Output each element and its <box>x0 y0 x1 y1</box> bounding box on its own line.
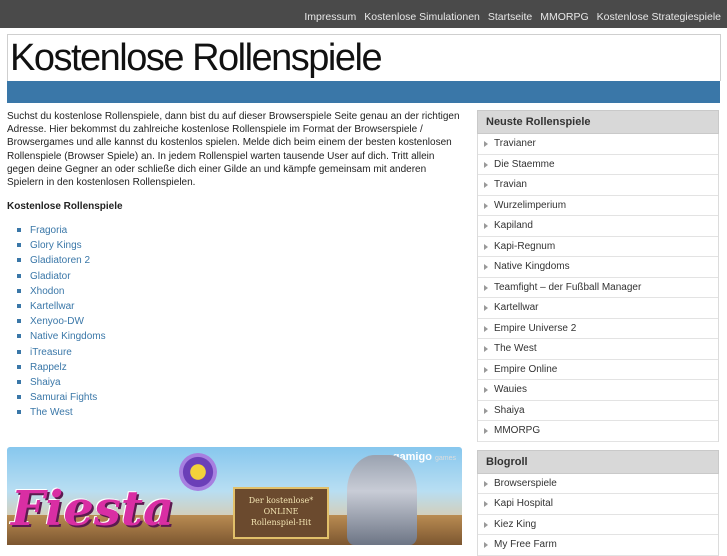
top-nav-impressum-link[interactable]: Impressum <box>304 11 356 23</box>
page-title[interactable]: Kostenlose Rollenspiele <box>10 37 383 80</box>
sidebar-item[interactable]: Kapi-Regnum <box>478 237 718 257</box>
top-nav-simulationen-link[interactable]: Kostenlose Simulationen <box>364 11 480 23</box>
game-link[interactable]: Native Kingdoms <box>30 331 106 342</box>
main-content: Suchst du kostenlose Rollenspiele, dann … <box>7 110 463 418</box>
sidebar-item[interactable]: Empire Universe 2 <box>478 319 718 339</box>
gamigo-brand-sub: games <box>434 455 456 462</box>
sidebar-item[interactable]: My Free Farm <box>478 535 718 556</box>
sidebar-item[interactable]: Wauies <box>478 380 718 401</box>
list-item: Rappelz <box>7 361 106 376</box>
sidebar-item[interactable]: Die Staemme <box>478 155 718 175</box>
site-header: Kostenlose Rollenspiele <box>7 34 721 81</box>
banner-character <box>347 455 417 545</box>
list-item: Shaiya <box>7 376 106 391</box>
fiesta-logo: Fiesta <box>11 481 175 537</box>
sidebar-item[interactable]: Shaiya <box>478 401 718 421</box>
list-item: Fragoria <box>7 224 106 239</box>
list-item: Samurai Fights <box>7 391 106 406</box>
list-item: Xhodon <box>7 285 106 300</box>
list-item: Gladiator <box>7 270 106 285</box>
sidebar-item[interactable]: Browserspiele <box>478 474 718 494</box>
game-link[interactable]: Xhodon <box>30 286 64 297</box>
top-nav-strategiespiele-link[interactable]: Kostenlose Strategiespiele <box>597 11 721 23</box>
sidebar-item[interactable]: The West <box>478 339 718 360</box>
top-nav-item: Kostenlose Strategiespiele <box>597 7 721 25</box>
sidebar-item[interactable]: Kapiland <box>478 216 718 237</box>
sidebar-item[interactable]: Empire Online <box>478 360 718 380</box>
list-item: Native Kingdoms <box>7 330 106 345</box>
game-link[interactable]: Xenyoo-DW <box>30 316 84 327</box>
list-item: iTreasure <box>7 346 106 361</box>
game-link[interactable]: Glory Kings <box>30 240 82 251</box>
banner-sign-line: Rollenspiel-Hit <box>250 518 312 527</box>
sidebar-item[interactable]: Kapi Hospital <box>478 494 718 515</box>
sidebar-item[interactable]: Wurzelimperium <box>478 196 718 216</box>
top-nav-item: Kostenlose Simulationen <box>364 7 480 25</box>
blogroll-widget-title: Blogroll <box>477 449 719 474</box>
top-nav-item: Impressum <box>304 7 356 25</box>
list-item: Glory Kings <box>7 239 106 254</box>
game-link[interactable]: Rappelz <box>30 362 67 373</box>
game-link[interactable]: iTreasure <box>30 347 72 358</box>
top-navigation-bar: Impressum Kostenlose Simulationen Starts… <box>0 0 727 28</box>
game-link[interactable]: Kartellwar <box>30 301 74 312</box>
top-nav-startseite-link[interactable]: Startseite <box>488 11 532 23</box>
game-link[interactable]: Fragoria <box>30 225 67 236</box>
newest-games-list: Travianer Die Staemme Travian Wurzelimpe… <box>477 134 719 442</box>
game-link[interactable]: The West <box>30 407 73 418</box>
newest-games-widget-title: Neuste Rollenspiele <box>477 110 719 134</box>
sidebar-item[interactable]: Kartellwar <box>478 298 718 319</box>
sidebar-item[interactable]: Travian <box>478 175 718 196</box>
game-link[interactable]: Gladiator <box>30 271 71 282</box>
fiesta-ad-banner[interactable]: gamigo games Fiesta Der kostenlose* ONLI… <box>7 447 462 545</box>
banner-sign: Der kostenlose* ONLINE Rollenspiel-Hit <box>233 487 329 539</box>
sidebar: Neuste Rollenspiele Travianer Die Staemm… <box>477 110 719 556</box>
top-nav-item: Startseite <box>488 7 532 25</box>
games-list: Fragoria Glory Kings Gladiatoren 2 Gladi… <box>7 224 106 421</box>
top-nav-item: MMORPG <box>540 7 588 25</box>
sidebar-item[interactable]: Teamfight – der Fußball Manager <box>478 278 718 298</box>
header-accent-bar <box>7 81 720 103</box>
list-item: Kartellwar <box>7 300 106 315</box>
games-list-heading: Kostenlose Rollenspiele <box>7 201 123 212</box>
list-item: The West <box>7 406 106 421</box>
intro-paragraph: Suchst du kostenlose Rollenspiele, dann … <box>7 111 460 189</box>
game-link[interactable]: Shaiya <box>30 377 61 388</box>
sidebar-item[interactable]: Travianer <box>478 134 718 155</box>
top-nav-mmorpg-link[interactable]: MMORPG <box>540 11 588 23</box>
flower-logo-icon <box>179 453 217 491</box>
game-link[interactable]: Samurai Fights <box>30 392 97 403</box>
sidebar-item[interactable]: MMORPG <box>478 421 718 442</box>
game-link[interactable]: Gladiatoren 2 <box>30 255 90 266</box>
widget-spacer <box>477 442 719 450</box>
list-item: Gladiatoren 2 <box>7 254 106 269</box>
sidebar-item[interactable]: Kiez King <box>478 515 718 535</box>
banner-sign-line: Der kostenlose* <box>248 496 314 505</box>
top-nav-list: Impressum Kostenlose Simulationen Starts… <box>296 7 721 25</box>
list-item: Xenyoo-DW <box>7 315 106 330</box>
blogroll-list: Browserspiele Kapi Hospital Kiez King My… <box>477 473 719 556</box>
banner-sign-line: ONLINE <box>263 507 299 516</box>
sidebar-item[interactable]: Native Kingdoms <box>478 257 718 278</box>
